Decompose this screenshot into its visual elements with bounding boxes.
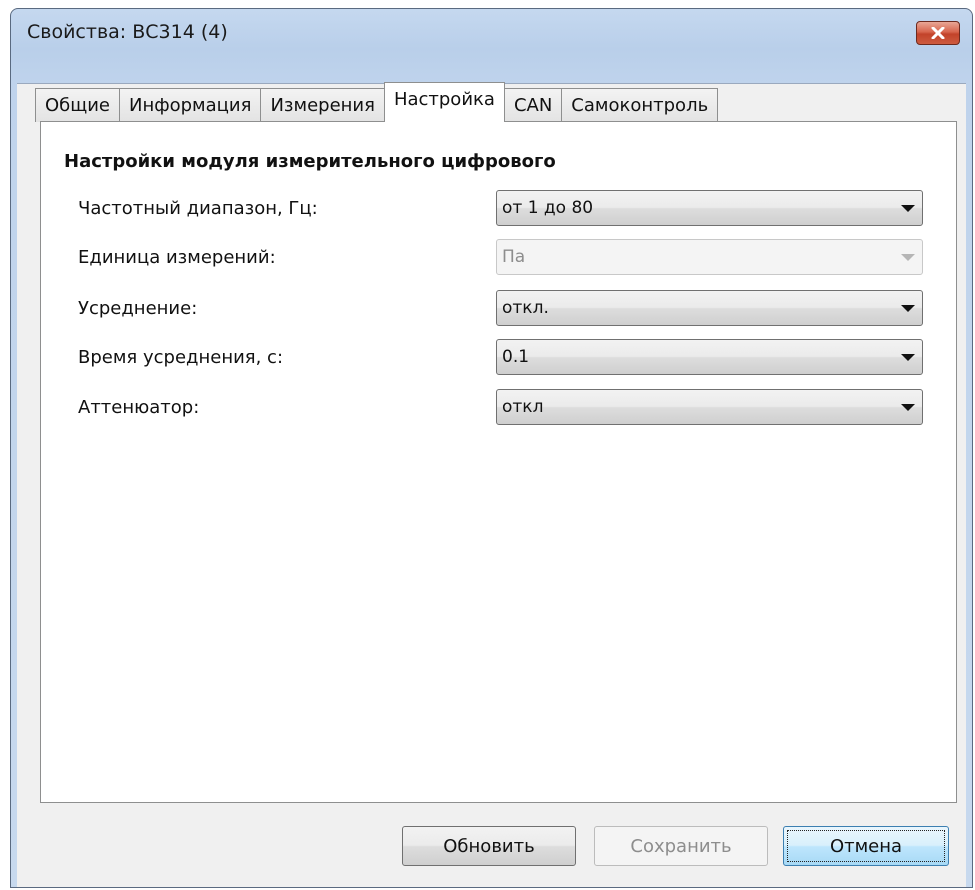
attenuator-select[interactable]: откл	[496, 389, 923, 425]
averaging-time-value: 0.1	[502, 347, 530, 367]
averaging-label: Усреднение:	[78, 298, 198, 319]
close-icon	[931, 27, 945, 39]
chevron-down-icon	[901, 205, 915, 212]
title-bar[interactable]: Свойства: ВС314 (4)	[11, 9, 972, 59]
averaging-select[interactable]: откл.	[496, 290, 923, 326]
settings-panel: Настройки модуля измерительного цифровог…	[40, 121, 957, 803]
chevron-down-icon	[901, 254, 915, 261]
frequency-range-label: Частотный диапазон, Гц:	[78, 198, 318, 219]
refresh-button[interactable]: Обновить	[402, 826, 576, 866]
tab-self-test[interactable]: Самоконтроль	[561, 88, 719, 122]
tab-can[interactable]: CAN	[503, 88, 563, 122]
cancel-button[interactable]: Отмена	[783, 826, 949, 866]
tab-settings[interactable]: Настройка	[383, 82, 505, 122]
close-button[interactable]	[916, 21, 960, 45]
tab-measurements[interactable]: Измерения	[260, 88, 385, 122]
group-title: Настройки модуля измерительного цифровог…	[64, 151, 556, 172]
chevron-down-icon	[901, 354, 915, 361]
tab-general[interactable]: Общие	[35, 88, 120, 122]
save-button[interactable]: Сохранить	[594, 826, 768, 866]
attenuator-label: Аттенюатор:	[78, 397, 200, 418]
frequency-range-value: от 1 до 80	[502, 198, 594, 218]
tab-information[interactable]: Информация	[119, 88, 262, 122]
chevron-down-icon	[901, 305, 915, 312]
averaging-time-label: Время усреднения, с:	[78, 347, 284, 368]
averaging-value: откл.	[502, 298, 549, 318]
chevron-down-icon	[901, 404, 915, 411]
attenuator-value: откл	[502, 397, 544, 417]
focus-rectangle	[787, 830, 945, 862]
measurement-unit-select: Па	[496, 239, 923, 275]
tab-strip: Общие Информация Измерения Настройка CAN…	[35, 82, 719, 122]
window-title: Свойства: ВС314 (4)	[27, 21, 228, 43]
measurement-unit-label: Единица измерений:	[78, 247, 276, 268]
measurement-unit-value: Па	[502, 247, 526, 267]
frequency-range-select[interactable]: от 1 до 80	[496, 190, 923, 226]
averaging-time-select[interactable]: 0.1	[496, 339, 923, 375]
